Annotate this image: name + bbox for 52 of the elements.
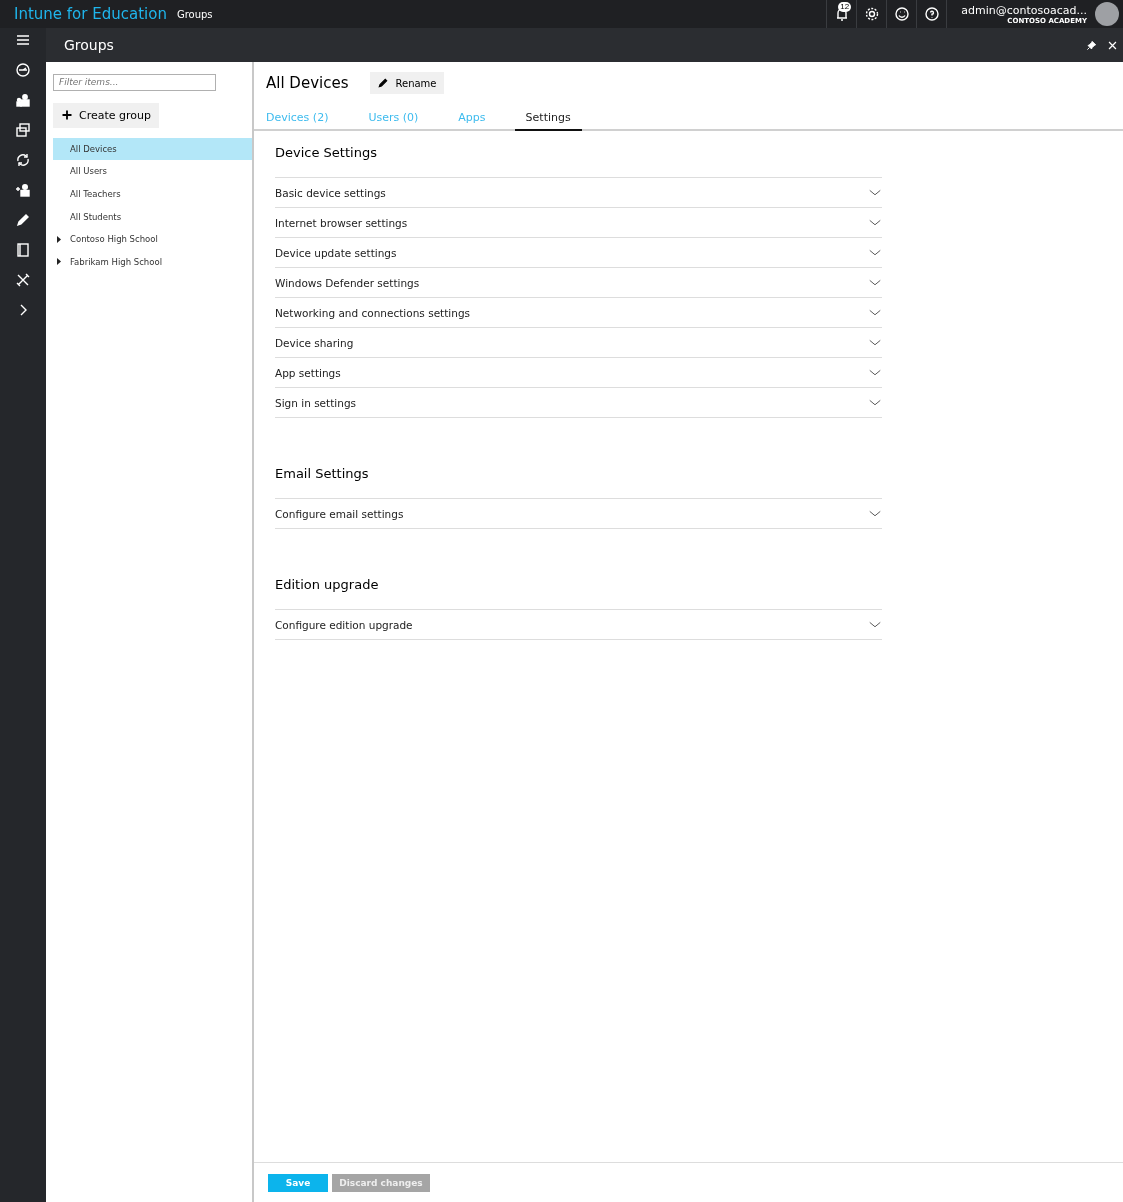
nav-button[interactable] bbox=[13, 62, 33, 78]
group-item[interactable]: Contoso High School bbox=[53, 227, 252, 251]
smiley-icon bbox=[893, 6, 910, 22]
group-item[interactable]: All Users bbox=[53, 160, 252, 183]
settings-row[interactable]: Networking and connections settings bbox=[275, 297, 882, 327]
section-heading: Device Settings bbox=[275, 145, 378, 160]
settings-row[interactable]: Internet browser settings bbox=[275, 207, 882, 237]
caret-right-icon[interactable] bbox=[56, 235, 62, 243]
sync-icon bbox=[15, 152, 31, 168]
nav-button[interactable] bbox=[13, 122, 33, 138]
settings-row[interactable]: Configure email settings bbox=[275, 498, 882, 528]
app-title[interactable]: Intune for Education bbox=[14, 5, 167, 23]
breadcrumb: Groups bbox=[176, 8, 213, 20]
notebook-icon bbox=[15, 242, 31, 258]
tools-icon bbox=[15, 272, 31, 288]
gear-icon bbox=[863, 6, 880, 22]
people-icon bbox=[15, 92, 31, 108]
help-icon bbox=[923, 6, 940, 22]
close-icon bbox=[1107, 39, 1118, 51]
settings-row[interactable]: Device update settings bbox=[275, 237, 882, 267]
menu-icon bbox=[15, 32, 31, 48]
windows-stack-icon bbox=[15, 122, 31, 138]
pencil-icon bbox=[15, 212, 31, 228]
nav-button[interactable] bbox=[13, 182, 33, 198]
section-heading: Email Settings bbox=[275, 466, 370, 481]
filter-field[interactable]: Filter items... bbox=[53, 73, 216, 91]
pencil-icon bbox=[377, 77, 390, 89]
settings-row[interactable]: Configure edition upgrade bbox=[275, 609, 882, 639]
rename-button[interactable]: Rename bbox=[370, 72, 444, 94]
settings-row[interactable]: Basic device settings bbox=[275, 177, 882, 207]
group-item[interactable]: All Teachers bbox=[53, 182, 252, 206]
settings-row[interactable]: Device sharing bbox=[275, 327, 882, 357]
group-item[interactable]: All Students bbox=[53, 205, 252, 228]
gauge-icon bbox=[15, 62, 31, 78]
nav-button[interactable] bbox=[13, 92, 33, 108]
blade-title: Groups bbox=[64, 37, 114, 53]
notification-count: 12 bbox=[838, 2, 852, 12]
user-email[interactable]: admin@contosoacad... bbox=[961, 3, 1087, 17]
caret-right-icon[interactable] bbox=[56, 258, 62, 266]
settings-row[interactable]: App settings bbox=[275, 357, 882, 387]
tab[interactable]: Settings bbox=[514, 106, 582, 131]
avatar-icon[interactable] bbox=[1095, 2, 1119, 26]
group-item[interactable]: Fabrikam High School bbox=[53, 250, 252, 274]
group-item[interactable]: All Devices bbox=[53, 137, 252, 161]
create-group-button[interactable]: Create group bbox=[53, 102, 159, 128]
group-title: All Devices bbox=[266, 74, 349, 92]
plus-icon bbox=[61, 109, 73, 121]
section-heading: Edition upgrade bbox=[275, 577, 380, 592]
settings-row[interactable]: Sign in settings bbox=[275, 387, 882, 417]
add-user-icon bbox=[15, 182, 31, 198]
pin-icon bbox=[1086, 39, 1097, 51]
settings-row[interactable]: Windows Defender settings bbox=[275, 267, 882, 297]
